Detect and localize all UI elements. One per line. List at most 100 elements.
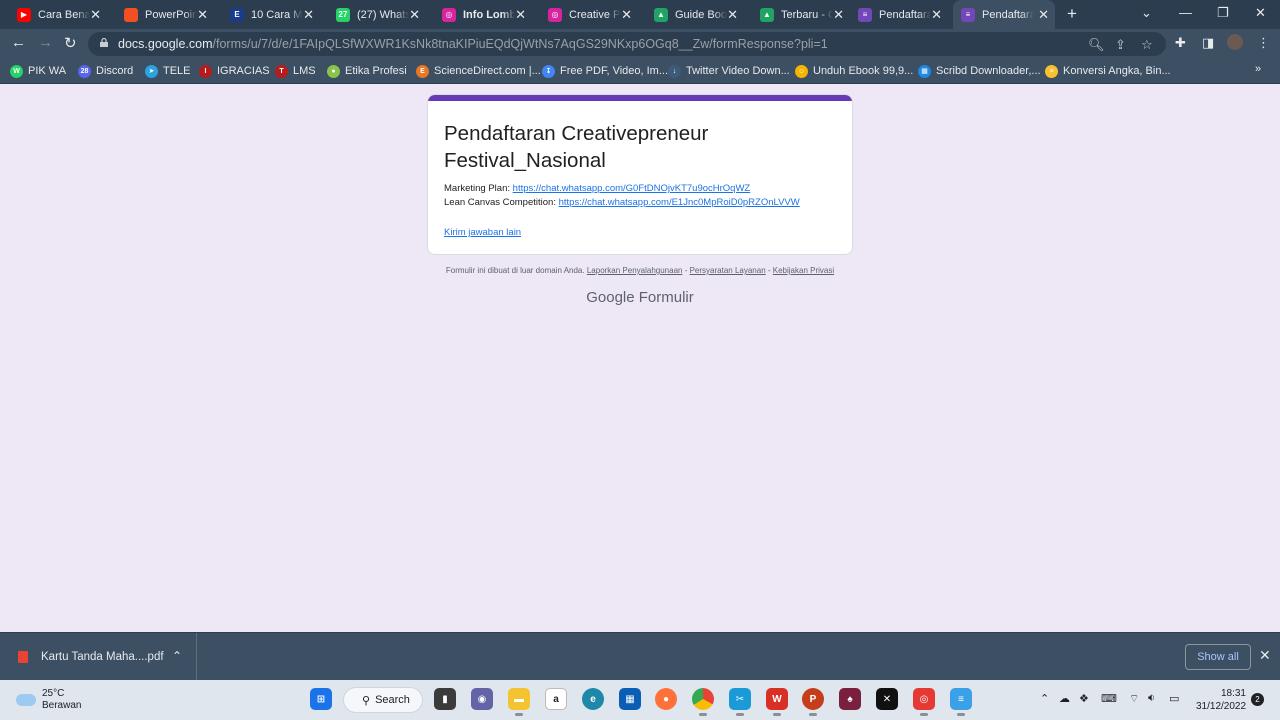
weather-widget[interactable]: 25°C Berawan	[16, 688, 81, 712]
new-tab-button[interactable]: +	[1067, 4, 1077, 24]
marketing-plan-link[interactable]: https://chat.whatsapp.com/G0FtDNOjvKT7u9…	[513, 183, 751, 194]
browser-tab[interactable]: ≡Pendaftaran✕	[953, 0, 1055, 29]
task-view-icon[interactable]: ▮	[434, 688, 456, 710]
amazon-icon[interactable]: a	[545, 688, 567, 710]
screen-recorder-icon[interactable]: ◎	[913, 688, 935, 716]
snipping-tool-icon[interactable]: ✂	[729, 688, 751, 716]
scribd-icon: ▦	[918, 64, 931, 78]
wps-office-icon[interactable]: W	[766, 688, 788, 716]
browser-tab[interactable]: ▲ Terbaru - Go✕	[752, 4, 850, 25]
close-tab-icon[interactable]: ✕	[515, 7, 526, 23]
browser-tab[interactable]: ◎ Creative Pre✕	[540, 4, 638, 25]
elsevier-icon: E	[416, 64, 429, 78]
bookmark-item[interactable]: W PIK WA	[10, 63, 66, 79]
lock-icon	[100, 38, 108, 47]
google-wordmark: Google	[586, 289, 635, 306]
close-tab-icon[interactable]: ✕	[303, 7, 314, 23]
microsoft-store-icon[interactable]: ▦	[619, 688, 641, 710]
report-abuse-link[interactable]: Laporkan Penyalahgunaan	[587, 266, 683, 275]
address-bar[interactable]: docs.google.com/forms/u/7/d/e/1FAIpQLSfW…	[88, 32, 1166, 56]
bookmark-star-icon[interactable]: ☆	[1141, 37, 1153, 53]
bookmark-item[interactable]: T LMS	[275, 63, 316, 79]
bookmark-item[interactable]: 28 Discord	[78, 63, 133, 79]
close-window-button[interactable]: ✕	[1255, 5, 1266, 21]
battery-icon[interactable]: ▭	[1169, 692, 1179, 705]
notification-badge[interactable]: 2	[1251, 693, 1264, 706]
terms-link[interactable]: Persyaratan Layanan	[690, 266, 766, 275]
lean-canvas-label: Lean Canvas Competition:	[444, 197, 559, 208]
minimize-button[interactable]: —	[1179, 5, 1192, 20]
bookmark-item[interactable]: E ScienceDirect.com |...	[416, 63, 541, 79]
capcut-icon[interactable]: ✕	[876, 688, 898, 710]
close-download-shelf-icon[interactable]: ✕	[1259, 647, 1271, 664]
maximize-button[interactable]: ❐	[1217, 5, 1229, 21]
extensions-icon[interactable]: ✚	[1175, 35, 1186, 51]
tab-search-chevron-icon[interactable]: ⌄	[1141, 5, 1152, 21]
bookmark-item[interactable]: ● Etika Profesi	[327, 63, 407, 79]
powerpoint-icon[interactable]: P	[802, 688, 824, 716]
browser-tab[interactable]: 27 (27) WhatsA✕	[328, 4, 426, 25]
back-button[interactable]: ←	[11, 34, 26, 51]
google-forms-logo[interactable]: Google Formulir	[0, 289, 1280, 306]
browser-tab[interactable]: ▶ Cara Benar ✕	[9, 4, 107, 25]
download-item[interactable]: Kartu Tanda Maha....pdf ⌃	[0, 633, 197, 681]
close-tab-icon[interactable]: ✕	[621, 7, 632, 23]
bookmark-item[interactable]: ▦ Scribd Downloader,...	[918, 63, 1041, 79]
close-tab-icon[interactable]: ✕	[931, 7, 942, 23]
teams-chat-icon[interactable]: ◉	[471, 688, 493, 710]
bookmark-label: Unduh Ebook 99,9...	[813, 65, 914, 77]
browser-tab[interactable]: E 10 Cara Me ✕	[222, 4, 320, 25]
close-tab-icon[interactable]: ✕	[90, 7, 101, 23]
bookmark-label: Free PDF, Video, Im...	[560, 65, 669, 77]
bookmark-label: TELE	[163, 65, 191, 77]
tray-chevron-icon[interactable]: ⌃	[1040, 692, 1049, 705]
bookmark-item[interactable]: ≡ Konversi Angka, Bin...	[1045, 63, 1171, 79]
browser-tab[interactable]: PowerPoint ✕	[116, 4, 214, 25]
google-forms-icon: ≡	[961, 7, 975, 22]
chrome-icon[interactable]	[692, 688, 714, 716]
close-tab-icon[interactable]: ✕	[409, 7, 420, 23]
konversi-icon: ≡	[1045, 64, 1058, 78]
reload-button[interactable]: ↻	[64, 34, 77, 52]
profile-avatar[interactable]	[1227, 34, 1243, 50]
browser-tab[interactable]: ≡Pendaftaran✕	[850, 4, 948, 25]
privacy-link[interactable]: Kebijakan Privasi	[773, 266, 834, 275]
url-text[interactable]: docs.google.com/forms/u/7/d/e/1FAIpQLSfW…	[118, 37, 828, 51]
chevron-up-icon[interactable]: ⌃	[172, 649, 182, 663]
bookmark-item[interactable]: ➤ TELE	[145, 63, 191, 79]
browser-tab[interactable]: ◎ Info Lomba✕	[434, 4, 532, 25]
share-icon[interactable]: ⇪	[1115, 37, 1126, 53]
bookmark-item[interactable]: ↧ Free PDF, Video, Im...	[542, 63, 668, 79]
close-tab-icon[interactable]: ✕	[833, 7, 844, 23]
menu-kebab-icon[interactable]: ⋮	[1257, 35, 1270, 51]
show-all-downloads-button[interactable]: Show all	[1185, 644, 1251, 670]
volume-icon[interactable]: 🔉︎	[1148, 692, 1155, 705]
firefox-icon[interactable]: ●	[655, 688, 677, 710]
file-explorer-icon[interactable]: ▬	[508, 688, 530, 716]
submit-another-response-link[interactable]: Kirim jawaban lain	[444, 227, 521, 238]
close-tab-icon[interactable]: ✕	[1038, 7, 1049, 23]
close-tab-icon[interactable]: ✕	[727, 7, 738, 23]
bookmark-label: Discord	[96, 65, 134, 77]
network-off-icon[interactable]: ☁	[1059, 692, 1070, 705]
forward-button[interactable]: →	[38, 34, 53, 51]
whatsapp-icon: 27	[336, 7, 350, 22]
close-tab-icon[interactable]: ✕	[197, 7, 208, 23]
lean-canvas-link[interactable]: https://chat.whatsapp.com/E1Jnc0MpRoiD0p…	[559, 197, 800, 208]
bookmarks-overflow-icon[interactable]: »	[1255, 63, 1261, 75]
system-clock[interactable]: 18:31 31/12/2022	[1196, 687, 1246, 713]
dropbox-icon[interactable]: ❖	[1079, 692, 1089, 705]
bookmark-item[interactable]: I IGRACIAS	[199, 63, 270, 79]
zoom-icon[interactable]: 🔍︎	[1088, 37, 1105, 53]
side-panel-icon[interactable]: ◨	[1202, 35, 1214, 51]
bookmark-item[interactable]: ☺ Unduh Ebook 99,9...	[795, 63, 913, 79]
wifi-icon[interactable]: ⌔	[1129, 692, 1139, 706]
browser-tab[interactable]: ▲ Guide Book ✕	[646, 4, 744, 25]
notepad-icon[interactable]: ≡	[950, 688, 972, 716]
bookmark-item[interactable]: ↓ Twitter Video Down...	[668, 63, 790, 79]
windows-start-icon[interactable]: ⊞	[310, 688, 332, 710]
game-app-icon[interactable]: ♠	[839, 688, 861, 710]
edge-icon[interactable]: e	[582, 688, 604, 710]
taskbar-search[interactable]: ⚲ Search	[343, 687, 423, 713]
keyboard-icon[interactable]: ⌨	[1101, 692, 1117, 705]
